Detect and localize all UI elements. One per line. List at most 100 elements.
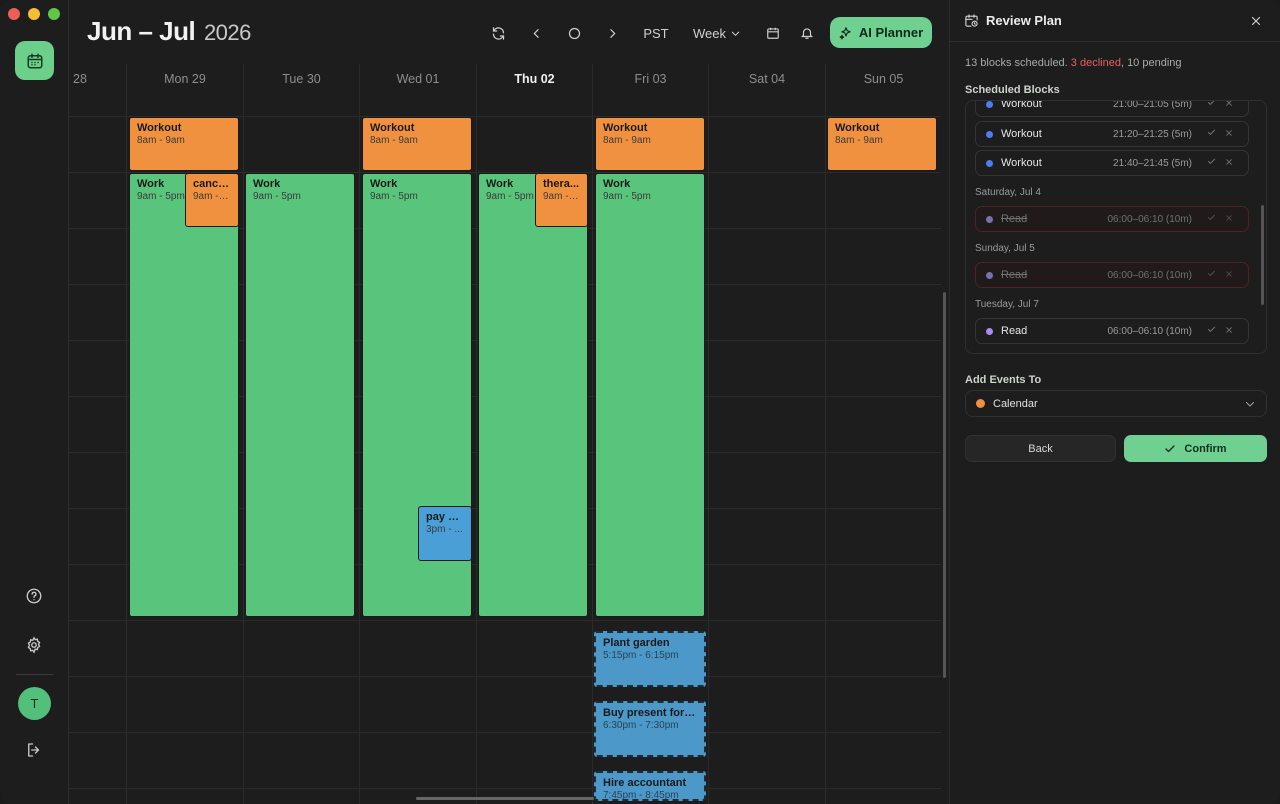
decline-block-button[interactable] <box>1220 325 1238 337</box>
calendar-select[interactable]: Calendar <box>965 390 1267 417</box>
view-select[interactable]: Week <box>691 22 743 44</box>
logout-button[interactable] <box>22 738 46 762</box>
scheduled-block[interactable]: Read 06:00–06:10 (10m) <box>975 206 1249 232</box>
prev-week-button[interactable] <box>525 22 547 44</box>
accept-block-button[interactable] <box>1202 213 1220 225</box>
day-header-4[interactable]: Thu 02 <box>476 64 592 116</box>
calendar-event[interactable]: Buy present for J... 6:30pm - 7:30pm <box>594 701 706 757</box>
calendar-vertical-scrollbar[interactable] <box>943 292 946 678</box>
block-color-dot <box>986 159 993 167</box>
day-column-line <box>359 116 360 804</box>
event-time: 6:30pm - 7:30pm <box>603 720 679 731</box>
scheduled-block[interactable]: Workout 21:20–21:25 (5m) <box>975 121 1249 147</box>
check-icon <box>1207 326 1215 333</box>
accept-block-button[interactable] <box>1202 101 1220 110</box>
settings-button[interactable] <box>22 633 46 657</box>
accept-block-button[interactable] <box>1202 157 1220 169</box>
scheduled-block[interactable]: Read 06:00–06:10 (10m) <box>975 318 1249 344</box>
avatar[interactable]: T <box>18 687 51 720</box>
scheduled-block[interactable]: Workout 21:40–21:45 (5m) <box>975 150 1249 176</box>
decline-block-button[interactable] <box>1220 157 1238 169</box>
calendar-header: Jun – Jul 2026 PST Week AI Planner <box>69 0 949 64</box>
logout-icon <box>28 743 40 757</box>
back-button[interactable]: Back <box>965 435 1116 462</box>
event-time: 8am - 9am <box>370 135 418 146</box>
calendar-horizontal-scrollbar[interactable] <box>416 797 594 800</box>
event-time: 9am - 1... <box>193 191 231 202</box>
minimize-window-button[interactable] <box>28 8 40 20</box>
plan-summary: 13 blocks scheduled. 3 declined, 10 pend… <box>965 57 1182 69</box>
refresh-icon <box>492 26 504 40</box>
event-title: Hire accountant <box>603 777 687 789</box>
calendar-event[interactable]: cance...9am - 1... <box>185 173 239 227</box>
decline-block-button[interactable] <box>1220 269 1238 281</box>
day-header-5[interactable]: Fri 03 <box>592 64 708 116</box>
accept-block-button[interactable] <box>1202 128 1220 140</box>
calendar-event[interactable]: Workout 8am - 9am <box>595 117 705 171</box>
day-header-1[interactable]: Mon 29 <box>126 64 243 116</box>
decline-block-button[interactable] <box>1220 128 1238 140</box>
timezone-button[interactable]: PST <box>639 22 673 44</box>
calendar-event[interactable]: Workout 8am - 9am <box>827 117 937 171</box>
day-column-line <box>476 116 477 804</box>
block-day-label: Tuesday, Jul 7 <box>975 299 1039 310</box>
calendar-event[interactable]: pay bi... 3pm - ... <box>418 506 472 561</box>
calendar-select-value: Calendar <box>993 397 1038 410</box>
calendar-event[interactable]: thera...9am - 1... <box>535 173 588 227</box>
notifications-button[interactable] <box>796 22 818 44</box>
scheduled-blocks-list[interactable]: Workout 21:00–21:05 (5m) Workout 21:20–21:2… <box>965 100 1267 354</box>
panel-title: Review Plan <box>986 13 1062 28</box>
close-icon <box>1226 130 1232 136</box>
day-column-line <box>592 116 593 804</box>
help-button[interactable] <box>22 584 46 608</box>
event-title: Workout <box>137 122 182 134</box>
day-header-2[interactable]: Tue 30 <box>243 64 359 116</box>
blocks-scrollbar[interactable] <box>1261 205 1264 305</box>
block-time: 06:00–06:10 (10m) <box>1107 269 1192 281</box>
event-title: thera... <box>543 178 580 190</box>
bell-icon <box>800 28 814 39</box>
day-header-3[interactable]: Wed 01 <box>359 64 476 116</box>
close-panel-button[interactable] <box>1247 12 1265 30</box>
calendar-event[interactable]: Plant garden 5:15pm - 6:15pm <box>594 631 706 687</box>
day-header-7[interactable]: Sun 05 <box>825 64 941 116</box>
block-color-dot <box>986 215 993 223</box>
decline-block-button[interactable] <box>1220 213 1238 225</box>
decline-block-button[interactable] <box>1220 101 1238 110</box>
block-time: 21:20–21:25 (5m) <box>1113 128 1192 140</box>
accept-block-button[interactable] <box>1202 325 1220 337</box>
scheduled-block[interactable]: Workout 21:00–21:05 (5m) <box>975 101 1249 117</box>
close-icon <box>1226 215 1232 221</box>
calendar-icon <box>27 53 42 68</box>
scheduled-block[interactable]: Read 06:00–06:10 (10m) <box>975 262 1249 288</box>
title-year: 2026 <box>203 20 251 45</box>
summary-scheduled: 13 blocks scheduled. <box>965 57 1071 69</box>
calendar-event[interactable]: Workout 8am - 9am <box>362 117 472 171</box>
calendar-event[interactable]: Work 9am - 5pm <box>129 173 239 617</box>
calendar-nav-button[interactable] <box>15 41 54 80</box>
calendar-event[interactable]: Work 9am - 5pm <box>245 173 355 617</box>
calendar-event[interactable]: Work 9am - 5pm <box>595 173 705 617</box>
calendar-event[interactable]: Work 9am - 5pm <box>478 173 588 617</box>
rail-divider <box>16 674 53 675</box>
event-title: Plant garden <box>603 637 670 649</box>
date-picker-button[interactable] <box>762 22 784 44</box>
close-icon <box>1251 16 1261 26</box>
refresh-button[interactable] <box>487 22 509 44</box>
day-header-0[interactable]: 28 <box>69 64 126 116</box>
calendar-grid[interactable]: Workout 8am - 9am Workout 8am - 9am Workout 8… <box>69 116 941 804</box>
event-title: Work <box>370 178 398 190</box>
day-header-6[interactable]: Sat 04 <box>708 64 825 116</box>
close-icon <box>1226 271 1232 277</box>
ai-planner-button[interactable]: AI Planner <box>830 17 932 48</box>
next-week-button[interactable] <box>601 22 623 44</box>
accept-block-button[interactable] <box>1202 269 1220 281</box>
chevron-right-icon <box>609 28 616 38</box>
close-window-button[interactable] <box>8 8 20 20</box>
calendar-event[interactable]: Hire accountant 7:45pm - 8:45pm <box>594 771 706 801</box>
calendar-event[interactable]: Workout 8am - 9am <box>129 117 239 171</box>
today-button[interactable] <box>563 22 585 44</box>
maximize-window-button[interactable] <box>48 8 60 20</box>
check-icon <box>1165 444 1176 452</box>
confirm-button[interactable]: Confirm <box>1124 435 1267 462</box>
